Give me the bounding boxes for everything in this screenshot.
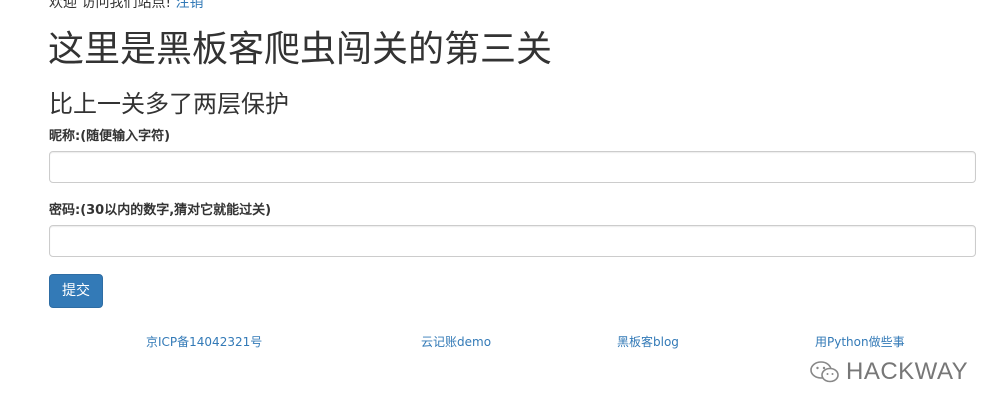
footer-link-demo[interactable]: 云记账demo [421,334,491,350]
watermark: HACKWAY [810,355,968,389]
password-label: 密码:(30以内的数字,猜对它就能过关) [49,203,272,218]
footer-link-icp[interactable]: 京ICP备14042321号 [146,334,262,350]
logout-link[interactable]: 注销 [176,0,204,11]
welcome-text: 欢迎 访问我们站点! [49,0,172,11]
watermark-text: HACKWAY [846,358,969,385]
wechat-icon [810,361,839,383]
page-subtitle: 比上一关多了两层保护 [49,90,289,118]
nickname-label: 昵称:(随便输入字符) [49,129,171,144]
submit-button[interactable]: 提交 [49,274,103,308]
nickname-input[interactable] [49,151,976,183]
password-input[interactable] [49,225,976,257]
footer-link-python[interactable]: 用Python做些事 [815,334,905,350]
page-title: 这里是黑板客爬虫闯关的第三关 [48,29,553,70]
welcome-bar: 欢迎 访问我们站点! 注销 [49,0,204,13]
footer-link-blog[interactable]: 黑板客blog [617,334,679,350]
